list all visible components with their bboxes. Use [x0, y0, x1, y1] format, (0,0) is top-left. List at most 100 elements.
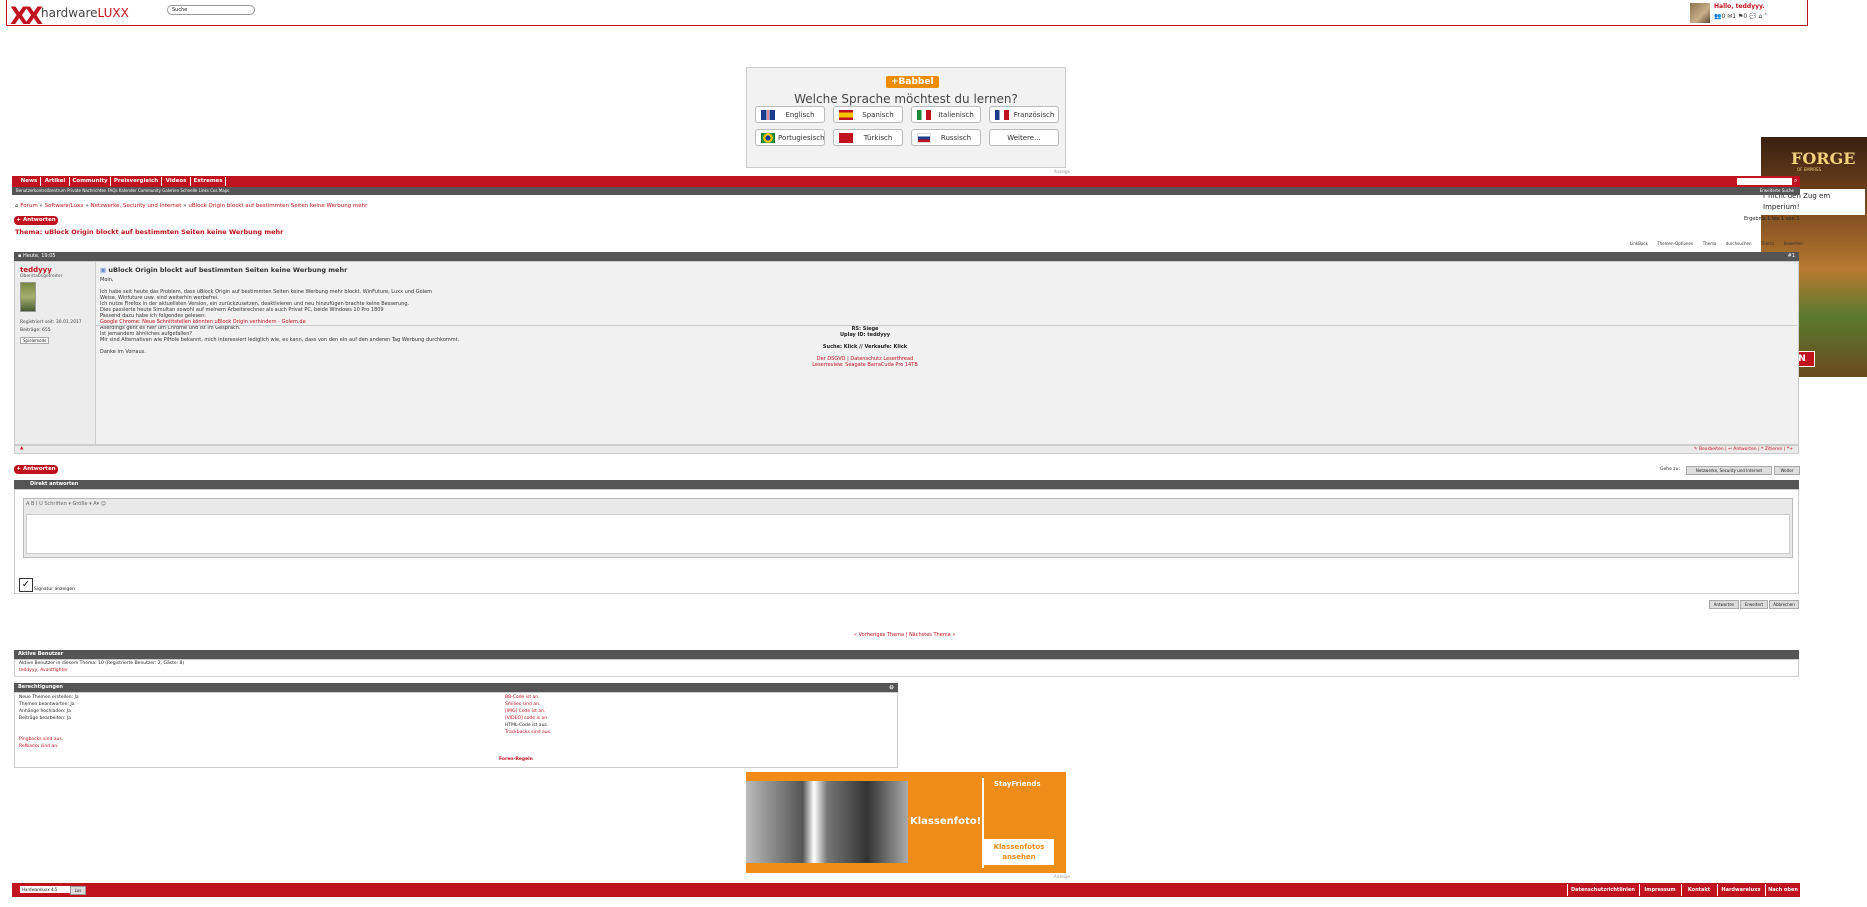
pingbacks-line[interactable]: Pingbacks sind aus.	[19, 736, 79, 743]
chat-icon[interactable]: 💬	[1749, 13, 1756, 20]
turkey-flag-icon	[839, 133, 853, 143]
thread-tools: LinkBack Themen-Optionen Thema durchsuch…	[1630, 241, 1803, 246]
italy-flag-icon	[917, 110, 931, 120]
submit-reply-button[interactable]: Antworten	[1709, 600, 1739, 609]
post-reply-button[interactable]: ↩ Antworten	[1728, 447, 1757, 452]
report-icon[interactable]: ▲	[20, 446, 23, 451]
subnav-links[interactable]: Benutzerkontrollzentrum Private Nachrich…	[16, 187, 229, 195]
collapse-icon[interactable]: ⊖	[889, 683, 894, 692]
active-users-header: Aktive Benutzer	[14, 650, 1799, 659]
home-icon[interactable]: ⌂	[1759, 13, 1763, 20]
chevron-up-icon[interactable]: ˄	[1764, 13, 1767, 20]
user-stats: Registriert seit: 30.01.2017 Beiträge: 65…	[20, 319, 82, 335]
permissions: Neue Themen erstellen: Ja Themen beantwo…	[14, 692, 898, 768]
logo-text[interactable]: hardwareLUXX	[41, 6, 129, 20]
avatar[interactable]	[20, 282, 36, 312]
thread-rate-link[interactable]: Thema bewerten	[1761, 241, 1803, 246]
forum-jump-select[interactable]: Netzwerke, Security und Internet	[1686, 466, 1772, 475]
lang-button-russisch[interactable]: Russisch	[911, 129, 981, 146]
quote-button[interactable]: ❝ Zitieren	[1761, 447, 1782, 452]
mail-count: 1	[1732, 13, 1737, 20]
footer-link-imprint[interactable]: Impressum	[1639, 884, 1680, 896]
lang-button-spanisch[interactable]: Spanisch	[833, 106, 903, 123]
signature-checkbox[interactable]: ✓	[19, 578, 33, 592]
thread-options-link[interactable]: Themen-Optionen	[1657, 241, 1693, 246]
tab-preisvergleich[interactable]: Preisvergleich	[111, 177, 162, 186]
perm-line: Beiträge bearbeiten: Ja	[19, 716, 72, 721]
cancel-button[interactable]: Abbrechen	[1769, 600, 1799, 609]
lang-button-franzoesisch[interactable]: Französisch	[989, 106, 1059, 123]
footer-link-hardwareluxx[interactable]: Hardwareluxx	[1717, 884, 1764, 896]
search-input[interactable]: Suche	[167, 5, 255, 15]
tab-artikel[interactable]: Artikel	[41, 177, 70, 186]
permissions-header: Berechtigungen ⊖	[14, 683, 898, 692]
lang-button-portugiesisch[interactable]: Portugiesisch	[755, 129, 825, 146]
babbel-logo: +Babbel	[886, 76, 939, 88]
forum-rules-link[interactable]: Foren-Regeln	[499, 756, 533, 763]
multiquote-icon[interactable]: ❞+	[1787, 447, 1793, 452]
tab-extremes[interactable]: Extremes	[191, 177, 226, 186]
tab-news[interactable]: News	[18, 177, 41, 186]
babbel-ad[interactable]: +Babbel Welche Sprache möchtest du lerne…	[746, 67, 1066, 168]
thread-search-link[interactable]: Thema durchsuchen	[1703, 241, 1752, 246]
perm-line[interactable]: [IMG] Code ist an.	[505, 708, 551, 715]
russia-flag-icon	[917, 133, 931, 143]
ad-tag: Anzeige	[1054, 874, 1070, 879]
footer-link-privacy[interactable]: Datenschutzrichtlinien	[1567, 884, 1638, 896]
signature-label: Signatur anzeigen	[34, 587, 75, 592]
reply-label: Antworten	[22, 466, 56, 472]
edit-button[interactable]: ✎ Bearbeiten	[1694, 447, 1724, 452]
reply-button-bottom[interactable]: + Antworten	[14, 465, 58, 474]
linkback-link[interactable]: LinkBack	[1630, 241, 1648, 246]
breadcrumb-item[interactable]: Software/Luxx	[45, 203, 84, 209]
editor-toolbar[interactable]: A B I U Schriften ▾ Größe ▾ A▾ ☺	[26, 501, 106, 507]
breadcrumb-item[interactable]: Netzwerke, Security und Internet	[91, 203, 182, 209]
brazil-flag-icon	[761, 133, 775, 143]
breadcrumb-item[interactable]: Forum	[20, 203, 37, 209]
lang-button-italienisch[interactable]: Italienisch	[911, 106, 981, 123]
active-users-list[interactable]: teddyyy, Avantfighter	[15, 667, 1798, 674]
message-textarea[interactable]	[26, 514, 1790, 554]
spain-flag-icon	[839, 110, 853, 120]
perm-line: Themen beantworten: Ja	[19, 702, 75, 707]
forum-jump-button[interactable]: Weiter	[1774, 466, 1800, 475]
perm-line[interactable]: Smilies sind an.	[505, 701, 551, 708]
active-users: Aktive Benutzer in diesem Thema: 10 (Reg…	[14, 659, 1799, 677]
stayfriends-cta-button[interactable]: Klassenfotos ansehen	[984, 839, 1054, 865]
lang-button-englisch[interactable]: Englisch	[755, 106, 825, 123]
username[interactable]: teddyyy	[20, 266, 52, 274]
avatar[interactable]	[1690, 3, 1710, 23]
perm-line[interactable]: BB-Code ist an.	[505, 694, 551, 701]
post-footer: ▲ ✎ Bearbeiten | ↩ Antworten | ❝ Zitiere…	[14, 445, 1799, 454]
quick-reply: A B I U Schriften ▾ Größe ▾ A▾ ☺ ✓ Signa…	[14, 489, 1799, 594]
post-number[interactable]: #1	[1788, 252, 1795, 261]
sig-link[interactable]: Leserreview: Seagate BarraCuda Pro 14TB	[812, 362, 918, 368]
class-photo-image	[746, 781, 908, 863]
tab-videos[interactable]: Videos	[162, 177, 191, 186]
footer-link-contact[interactable]: Kontakt	[1681, 884, 1716, 896]
post-title: ▣ uBlock Origin blockt auf bestimmten Se…	[100, 266, 347, 274]
tab-community[interactable]: Community	[70, 177, 111, 186]
style-go-button[interactable]: Los	[70, 886, 86, 895]
perm-line[interactable]: [VIDEO] code is on	[505, 715, 551, 722]
footer-link-top[interactable]: Nach oben	[1765, 884, 1800, 896]
perm-line[interactable]: Trackbacks sind aus.	[505, 729, 551, 736]
home-icon[interactable]: ⌂	[15, 203, 19, 209]
advanced-search-link[interactable]: Erweiterte Suche	[1760, 187, 1794, 195]
lang-button-tuerkisch[interactable]: Türkisch	[833, 129, 903, 146]
style-select[interactable]: Hardwareluxx 4.5	[20, 886, 72, 893]
lang-label: Spanisch	[862, 111, 894, 119]
nav-search-input[interactable]	[1737, 178, 1792, 185]
search-icon[interactable]: ⌕	[1794, 177, 1797, 185]
reply-button-top[interactable]: + Antworten	[14, 216, 58, 225]
advanced-reply-button[interactable]: Erweitert	[1740, 600, 1768, 609]
logo-mark[interactable]: XX	[10, 2, 43, 30]
active-users-line: Aktive Benutzer in diesem Thema: 10 (Reg…	[19, 661, 185, 666]
babbel-question: Welche Sprache möchtest du lernen?	[794, 92, 1018, 106]
quick-reply-header: Direkt antworten	[14, 480, 1799, 489]
stayfriends-ad[interactable]: StayFriends Klassenfoto! Klassenfotos an…	[746, 772, 1066, 873]
breadcrumb-item[interactable]: uBlock Origin blockt auf bestimmten Seit…	[188, 203, 367, 209]
lang-button-more[interactable]: Weitere...	[989, 129, 1059, 146]
thread-prev-next[interactable]: « Vorheriges Thema | Nächstes Thema »	[854, 632, 955, 638]
refbacks-line[interactable]: Refbacks sind an.	[19, 743, 79, 750]
